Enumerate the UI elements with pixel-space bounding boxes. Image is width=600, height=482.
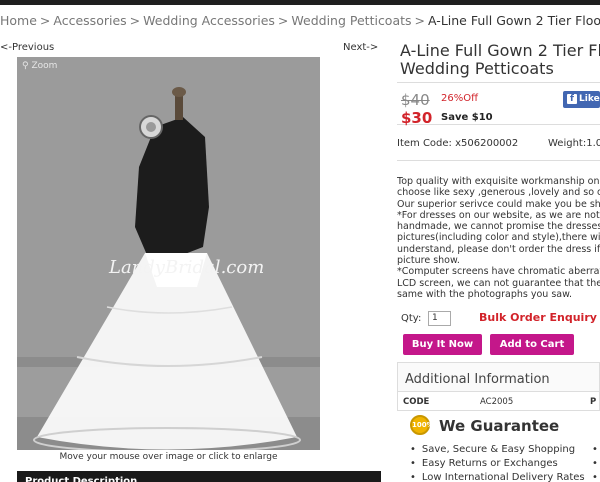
description-line: *Computer screens have chromatic aberrat… (397, 266, 600, 278)
description-line: handmade, we cannot promise the dresses … (397, 221, 600, 233)
breadcrumb-accessories[interactable]: Accessories (53, 13, 126, 28)
guarantee-list-right: • • • (592, 443, 598, 482)
description-line: Top quality with exquisite workmanship o… (397, 176, 600, 187)
sale-price: $30 (401, 109, 433, 127)
breadcrumb-wedding-accessories[interactable]: Wedding Accessories (143, 13, 275, 28)
guarantee-item: Save, Secure & Easy Shopping (410, 443, 585, 457)
additional-information-header[interactable]: Additional Information (397, 362, 600, 392)
next-image-link[interactable]: Next-> (343, 42, 378, 53)
breadcrumb-separator: > (277, 13, 289, 28)
quantity-input[interactable]: 1 (428, 311, 451, 326)
item-meta: Item Code: x506200002 Weight:1.00 (397, 138, 600, 156)
top-bar (0, 0, 600, 5)
guarantee-list: Save, Secure & Easy Shopping Easy Return… (410, 443, 585, 482)
description-line: choose like sexy ,generous ,lovely and s… (397, 187, 600, 199)
add-to-cart-button[interactable]: Add to Cart (490, 334, 574, 355)
spec-code-label: CODE (403, 397, 430, 407)
guarantee-item: Low International Delivery Rates (410, 471, 585, 482)
spec-next-label: P (590, 397, 597, 407)
breadcrumb-current: A-Line Full Gown 2 Tier Floor-length Sli… (428, 13, 600, 28)
savings-text: Save $10 (441, 112, 493, 123)
bullet: • (592, 458, 598, 469)
facebook-icon: f (567, 94, 577, 104)
description-line: same with the photographs you saw. (397, 288, 573, 300)
spec-row: CODE AC2005 P (397, 392, 600, 411)
like-label: Like (579, 94, 600, 104)
item-weight: Weight:1.00 (548, 138, 600, 149)
description-line: Our superior serivce could make you be s… (397, 198, 600, 210)
qty-label: Qty: (401, 313, 422, 324)
description-line: *For dresses on our website, as we are n… (397, 209, 600, 221)
zoom-text: Zoom (31, 61, 58, 71)
original-price: $40 (401, 91, 430, 109)
petticoat-image (17, 57, 320, 450)
bullet: • (592, 444, 598, 455)
product-image[interactable]: ⚲ Zoom LandyBridal.com (17, 57, 320, 450)
guarantee-title: We Guarantee (439, 417, 560, 435)
spec-code-value: AC2005 (480, 397, 514, 407)
guarantee-badge-icon: 100% (410, 415, 434, 435)
product-description: Top quality with exquisite workmanship o… (397, 176, 600, 309)
product-title-line2: Wedding Petticoats (400, 59, 554, 78)
description-line: picture show. (397, 255, 460, 267)
description-line: understand, please don't order the dress… (397, 243, 600, 255)
bullet: • (592, 472, 598, 482)
discount-badge: 26%Off (441, 93, 478, 104)
bulk-order-enquiry-link[interactable]: Bulk Order Enquiry (479, 311, 597, 324)
breadcrumb-separator: > (39, 13, 51, 28)
breadcrumb-home[interactable]: Home (0, 13, 37, 28)
breadcrumb: Home > Accessories > Wedding Accessories > Wed… (0, 13, 600, 28)
description-line: LCD screen, we can not guarantee that th… (397, 277, 600, 289)
previous-image-link[interactable]: <-Previous (0, 42, 54, 53)
enlarge-caption: Move your mouse over image or click to e… (59, 452, 278, 462)
buy-it-now-button[interactable]: Buy It Now (403, 334, 482, 355)
watermark: LandyBridal.com (109, 257, 265, 278)
guarantee-item: Easy Returns or Exchanges (410, 457, 585, 471)
divider (397, 160, 600, 161)
breadcrumb-separator: > (414, 13, 426, 28)
facebook-like-button[interactable]: f Like (563, 91, 600, 108)
item-code: Item Code: x506200002 (397, 138, 519, 149)
breadcrumb-wedding-petticoats[interactable]: Wedding Petticoats (291, 13, 411, 28)
product-title: A-Line Full Gown 2 Tier Floor-len Weddin… (400, 42, 600, 78)
breadcrumb-separator: > (129, 13, 141, 28)
zoom-label[interactable]: ⚲ Zoom (22, 61, 57, 71)
description-line: pictures(including color and style),ther… (397, 232, 600, 244)
product-title-line1: A-Line Full Gown 2 Tier Floor-len (400, 42, 600, 60)
product-description-header: Product Description (17, 471, 381, 482)
